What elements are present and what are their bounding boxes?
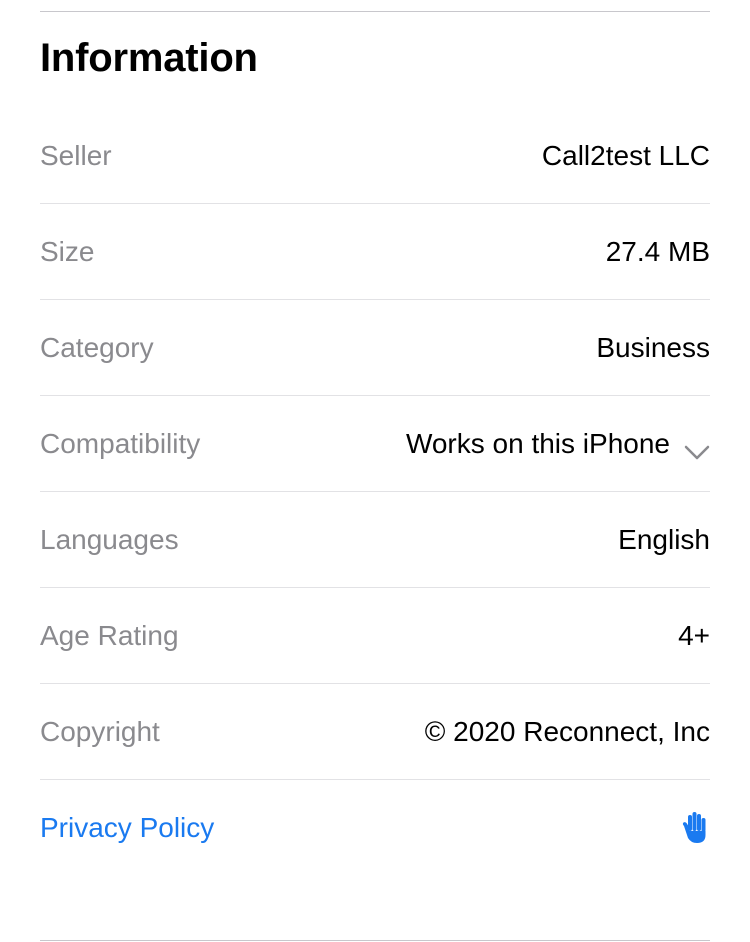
top-divider (40, 11, 710, 12)
info-value: Business (596, 331, 710, 363)
info-value: © 2020 Reconnect, Inc (424, 715, 710, 747)
info-label: Compatibility (40, 427, 201, 459)
hand-raised-icon (680, 811, 710, 845)
info-value: Call2test LLC (541, 139, 710, 171)
privacy-policy-row[interactable]: Privacy Policy (40, 780, 710, 876)
info-label: Seller (40, 139, 112, 171)
information-list: Seller Call2test LLC Size 27.4 MB Catego… (40, 108, 710, 876)
privacy-policy-link[interactable]: Privacy Policy (40, 812, 214, 844)
bottom-divider (40, 940, 710, 941)
info-value: Works on this iPhone (405, 427, 670, 459)
compatibility-expand-button[interactable]: Works on this iPhone (406, 428, 710, 460)
info-label: Category (40, 331, 154, 363)
info-row-size: Size 27.4 MB (40, 204, 710, 300)
info-label: Copyright (40, 715, 160, 747)
section-title: Information (40, 36, 258, 80)
chevron-down-icon[interactable] (684, 436, 710, 459)
info-label: Size (40, 235, 95, 267)
info-value: English (618, 523, 710, 555)
info-row-languages: Languages English (40, 492, 710, 588)
info-label: Age Rating (40, 619, 179, 651)
info-row-age-rating: Age Rating 4+ (40, 588, 710, 684)
info-value: 27.4 MB (605, 235, 710, 267)
info-row-seller: Seller Call2test LLC (40, 108, 710, 204)
info-label: Languages (40, 523, 179, 555)
info-row-category: Category Business (40, 300, 710, 396)
info-row-compatibility[interactable]: Compatibility Works on this iPhone (40, 396, 710, 492)
info-value: 4+ (678, 619, 710, 651)
info-row-copyright: Copyright © 2020 Reconnect, Inc (40, 684, 710, 780)
